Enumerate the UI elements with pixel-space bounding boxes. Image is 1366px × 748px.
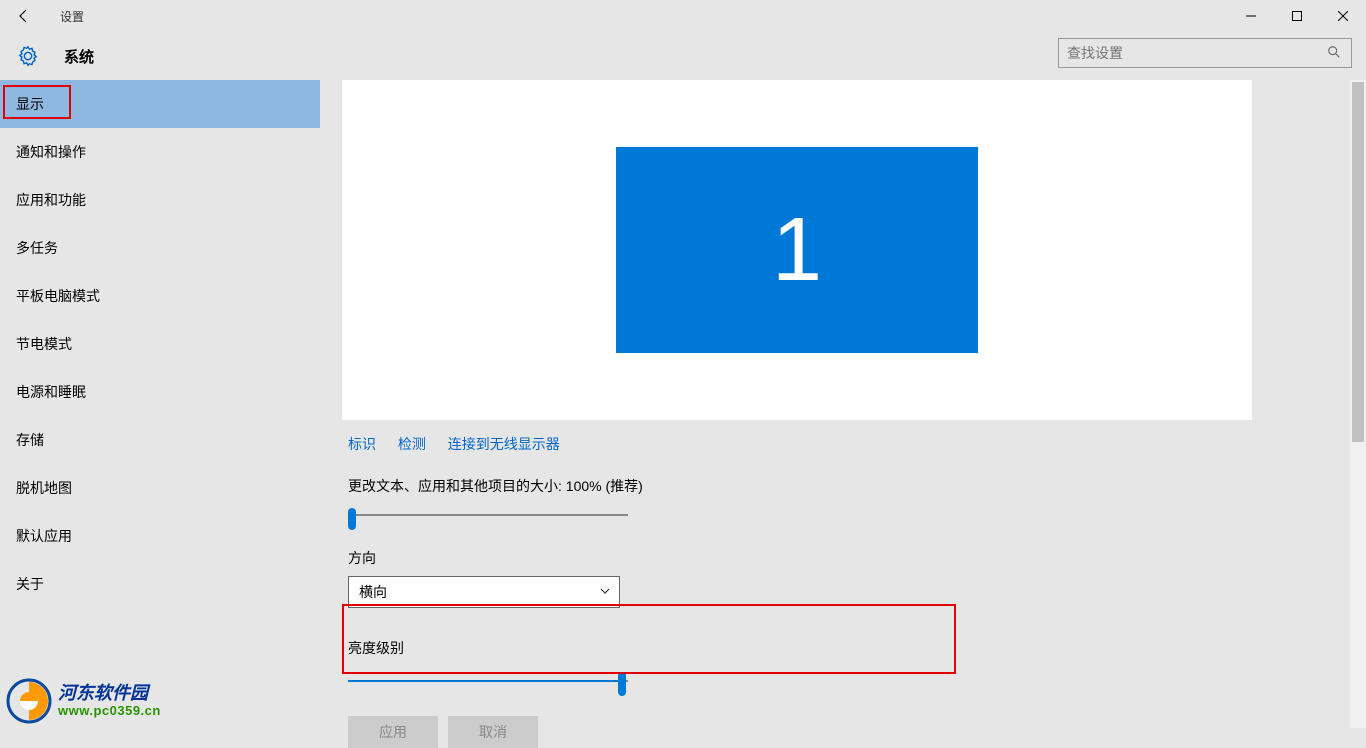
window-controls: [1228, 0, 1366, 32]
close-button[interactable]: [1320, 0, 1366, 32]
scrollbar[interactable]: [1350, 80, 1366, 728]
sidebar-item-label: 显示: [16, 94, 44, 114]
sidebar-item-apps[interactable]: 应用和功能: [0, 176, 320, 224]
sidebar-item-power[interactable]: 电源和睡眠: [0, 368, 320, 416]
scrollbar-thumb[interactable]: [1352, 82, 1364, 442]
slider-thumb[interactable]: [618, 672, 626, 696]
sidebar-item-storage[interactable]: 存储: [0, 416, 320, 464]
cancel-button[interactable]: 取消: [448, 716, 538, 748]
watermark-logo-icon: [6, 678, 52, 724]
chevron-down-icon: [599, 584, 611, 600]
monitor-number: 1: [772, 199, 822, 302]
sidebar-item-battery[interactable]: 节电模式: [0, 320, 320, 368]
sidebar-item-maps[interactable]: 脱机地图: [0, 464, 320, 512]
sidebar-item-display[interactable]: 显示: [0, 80, 320, 128]
scale-label: 更改文本、应用和其他项目的大小: 100% (推荐): [348, 476, 1354, 496]
search-box[interactable]: [1058, 38, 1352, 68]
watermark-text: 河东软件园 www.pc0359.cn: [58, 684, 161, 718]
sidebar-item-label: 多任务: [16, 238, 58, 258]
search-input[interactable]: [1067, 45, 1327, 61]
sidebar-item-tablet[interactable]: 平板电脑模式: [0, 272, 320, 320]
slider-thumb[interactable]: [348, 508, 356, 530]
slider-track: [354, 514, 628, 516]
back-button[interactable]: [8, 0, 40, 32]
detect-link[interactable]: 检测: [398, 436, 426, 452]
brightness-slider[interactable]: [348, 672, 628, 692]
apply-button[interactable]: 应用: [348, 716, 438, 748]
wireless-link[interactable]: 连接到无线显示器: [448, 436, 560, 452]
sidebar-item-label: 存储: [16, 430, 44, 450]
page-title: 系统: [64, 46, 94, 67]
sidebar-item-notifications[interactable]: 通知和操作: [0, 128, 320, 176]
scale-slider[interactable]: [348, 506, 628, 526]
search-icon: [1327, 45, 1343, 61]
watermark: 河东软件园 www.pc0359.cn: [6, 678, 161, 724]
identify-link[interactable]: 标识: [348, 436, 376, 452]
maximize-button[interactable]: [1274, 0, 1320, 32]
sidebar-item-multitask[interactable]: 多任务: [0, 224, 320, 272]
slider-filled-track: [348, 680, 620, 682]
main-content: 1 标识 检测 连接到无线显示器 更改文本、应用和其他项目的大小: 100% (…: [320, 80, 1354, 728]
monitor-1[interactable]: 1: [616, 147, 978, 353]
button-row: 应用 取消: [348, 716, 1354, 748]
sidebar-item-label: 通知和操作: [16, 142, 86, 162]
brightness-label: 亮度级别: [348, 638, 1354, 658]
titlebar: 设置: [0, 0, 1366, 32]
header-row: 系统: [0, 32, 1366, 80]
sidebar: 显示 通知和操作 应用和功能 多任务 平板电脑模式 节电模式 电源和睡眠 存储 …: [0, 80, 320, 728]
display-links-row: 标识 检测 连接到无线显示器: [348, 434, 1354, 454]
watermark-name: 河东软件园: [58, 684, 161, 704]
sidebar-item-about[interactable]: 关于: [0, 560, 320, 608]
sidebar-item-label: 应用和功能: [16, 190, 86, 210]
orientation-label: 方向: [348, 548, 1354, 568]
minimize-button[interactable]: [1228, 0, 1274, 32]
sidebar-item-label: 平板电脑模式: [16, 286, 100, 306]
sidebar-item-default-apps[interactable]: 默认应用: [0, 512, 320, 560]
gear-icon: [12, 40, 44, 72]
orientation-dropdown[interactable]: 横向: [348, 576, 620, 608]
sidebar-item-label: 脱机地图: [16, 478, 72, 498]
monitor-preview-area: 1: [342, 80, 1252, 420]
orientation-value: 横向: [359, 582, 387, 602]
watermark-url: www.pc0359.cn: [58, 704, 161, 718]
sidebar-item-label: 电源和睡眠: [16, 382, 86, 402]
sidebar-item-label: 节电模式: [16, 334, 72, 354]
titlebar-label: 设置: [60, 8, 84, 25]
sidebar-item-label: 默认应用: [16, 526, 72, 546]
sidebar-item-label: 关于: [16, 574, 44, 594]
